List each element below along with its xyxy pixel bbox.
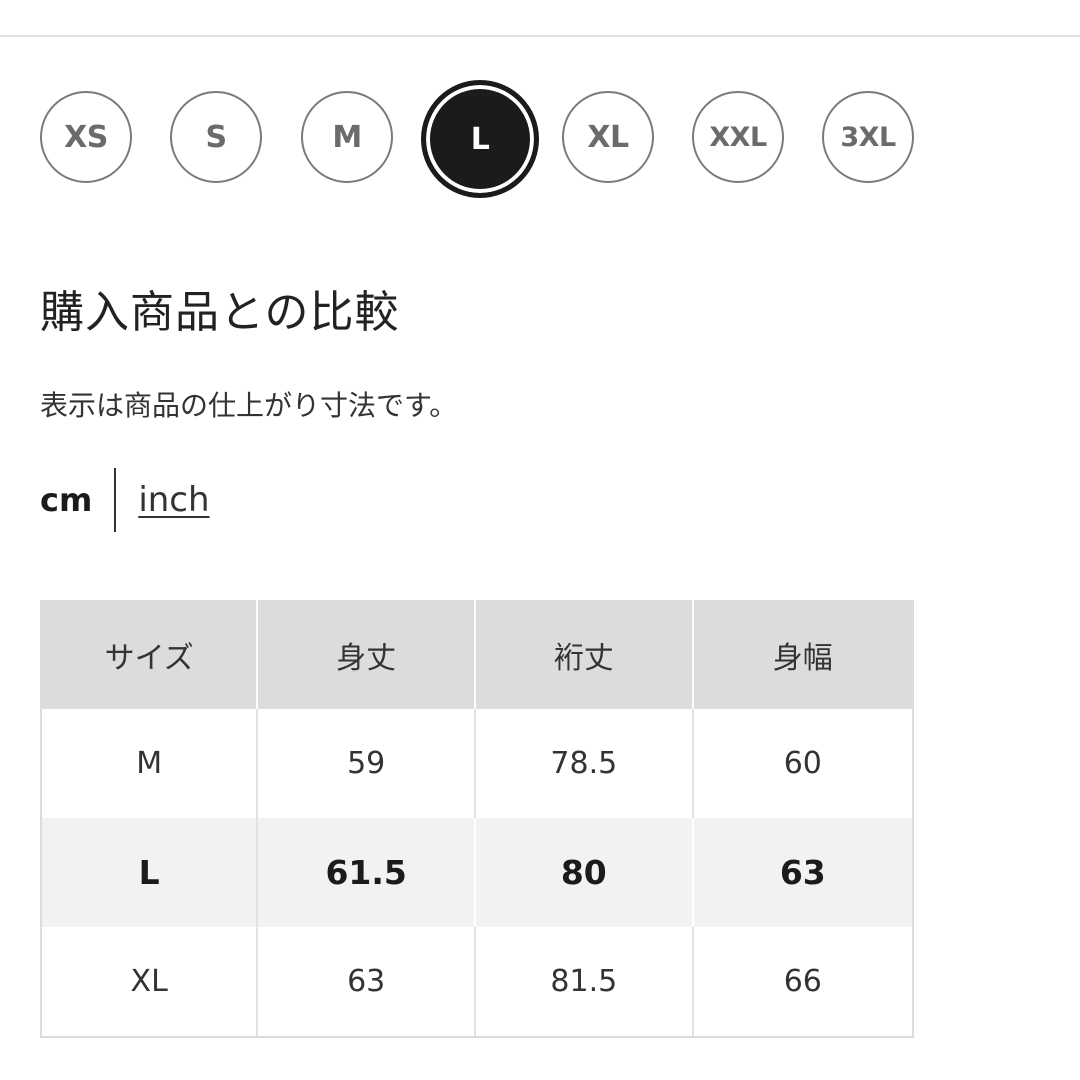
row-sleeve-length: 80: [476, 818, 694, 927]
row-body-length: 59: [258, 709, 477, 818]
size-option-s[interactable]: S: [170, 91, 262, 183]
size-option-3xl[interactable]: 3XL: [822, 91, 914, 183]
unit-toggle: cm inch: [40, 468, 210, 532]
row-body-width: 60: [783, 746, 822, 781]
row-size-label: XL: [42, 927, 259, 1036]
row-body-length: 63: [258, 927, 477, 1036]
unit-cm-option[interactable]: cm: [40, 481, 92, 519]
unit-inch-link[interactable]: inch: [138, 480, 209, 520]
header-size: サイズ: [42, 600, 259, 709]
size-option-m[interactable]: M: [301, 91, 393, 183]
row-sleeve-length: 78.5: [476, 709, 694, 818]
size-option-xxl[interactable]: XXL: [692, 91, 784, 183]
header-body-length: 身丈: [258, 600, 477, 709]
header-sleeve-length: 裄丈: [476, 600, 694, 709]
table-row: XL 63 81.5 66: [42, 927, 912, 1036]
unit-divider: [114, 468, 117, 532]
row-sleeve-length: 81.5: [476, 927, 694, 1036]
header-body-width: 身幅: [693, 600, 912, 709]
measurement-note: 表示は商品の仕上がり寸法です。: [40, 389, 458, 422]
size-comparison-table: サイズ 身丈 裄丈 身幅 M 59 78.5 60 L 61.5 80 63 X…: [40, 600, 914, 1038]
row-size-label: M: [42, 709, 259, 818]
comparison-title: 購入商品との比較: [40, 287, 400, 338]
row-body-width: 63: [693, 818, 912, 927]
size-option-l-selected[interactable]: L: [421, 80, 539, 198]
row-body-width: 66: [783, 964, 822, 999]
top-divider: [0, 35, 1080, 37]
size-option-xl[interactable]: XL: [562, 91, 654, 183]
size-selector: XS S M L XL XXL 3XL: [40, 80, 940, 198]
size-option-xs[interactable]: XS: [40, 91, 132, 183]
table-row: M 59 78.5 60: [42, 709, 912, 818]
table-header-row: サイズ 身丈 裄丈 身幅: [42, 600, 912, 709]
row-size-label: L: [42, 818, 259, 927]
table-row-highlighted: L 61.5 80 63: [42, 818, 912, 927]
row-body-length: 61.5: [258, 818, 477, 927]
